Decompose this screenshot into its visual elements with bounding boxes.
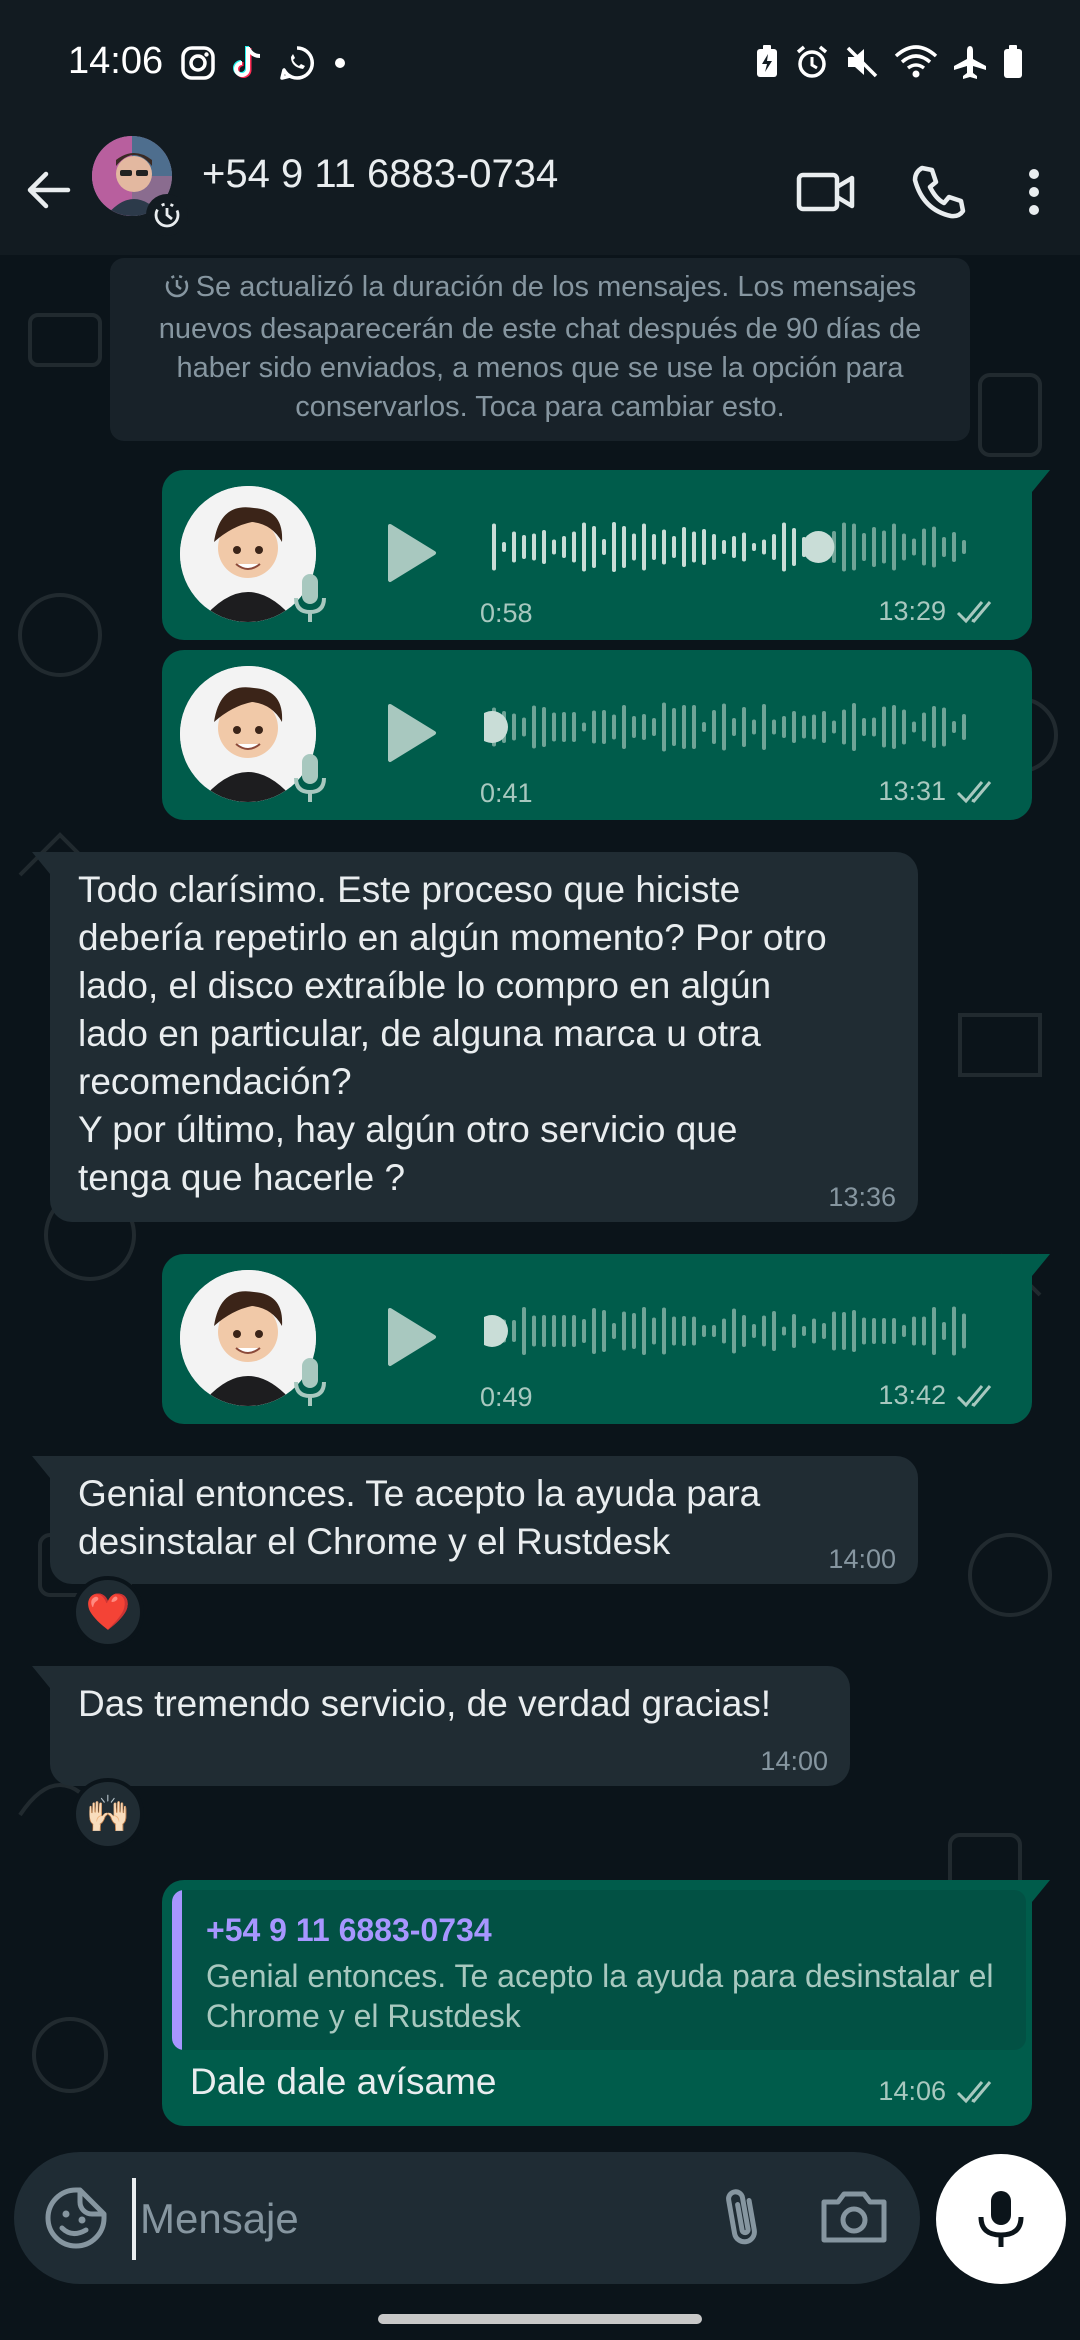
header-actions xyxy=(770,128,1080,255)
voice-record-button[interactable] xyxy=(936,2154,1066,2284)
quoted-message[interactable]: +54 9 11 6883-0734 Genial entonces. Te a… xyxy=(172,1890,1026,2050)
play-icon xyxy=(388,1308,436,1366)
message-text: Todo clarísimo. Este proceso que hiciste… xyxy=(78,869,827,1198)
paperclip-icon xyxy=(726,2189,757,2245)
message-composer xyxy=(14,2152,920,2284)
more-vert-icon xyxy=(1029,168,1039,215)
disappearing-messages-notice[interactable]: Se actualizó la duración de los mensajes… xyxy=(110,258,970,441)
message-text: Genial entonces. Te acepto la ayuda para… xyxy=(78,1473,761,1562)
mic-badge-icon xyxy=(294,574,326,622)
voice-call-button[interactable] xyxy=(882,128,994,255)
play-button[interactable] xyxy=(372,518,442,588)
quote-author: +54 9 11 6883-0734 xyxy=(206,1912,492,1948)
playback-position-knob[interactable] xyxy=(802,531,835,563)
message-time: 13:29 xyxy=(878,596,946,626)
whatsapp-icon xyxy=(280,46,314,80)
battery-saver-icon xyxy=(757,45,777,77)
message-meta: 13:31 xyxy=(878,776,1002,807)
notification-icons xyxy=(180,44,350,82)
disappearing-timer-icon xyxy=(154,202,180,228)
mic-badge-icon xyxy=(294,1358,326,1406)
play-icon xyxy=(388,704,436,762)
reaction-badge[interactable]: 🙌🏻 xyxy=(72,1778,144,1850)
camera-button[interactable] xyxy=(814,2182,894,2254)
waveform[interactable] xyxy=(484,514,984,580)
voice-duration: 0:58 xyxy=(480,598,533,628)
message-time: 13:42 xyxy=(878,1380,946,1410)
incoming-message[interactable]: Das tremendo servicio, de verdad gracias… xyxy=(32,1666,850,1786)
notification-dot-icon xyxy=(335,58,345,68)
message-time: 13:36 xyxy=(828,1182,896,1212)
message-meta: 13:42 xyxy=(878,1380,1002,1411)
video-call-icon xyxy=(796,172,855,211)
incoming-message[interactable]: Genial entonces. Te acepto la ayuda para… xyxy=(32,1456,918,1584)
status-time: 14:06 xyxy=(68,40,164,82)
play-button[interactable] xyxy=(372,1302,442,1372)
message-meta: 13:29 xyxy=(878,596,1002,627)
status-bar: 14:06 xyxy=(0,0,1080,128)
chat-screen: 14:06 +54 9 11 6883-0734 Se actualizó la… xyxy=(0,0,1080,2340)
read-ticks-icon xyxy=(956,780,992,803)
voice-duration: 0:41 xyxy=(480,778,533,808)
mic-icon xyxy=(978,2191,1024,2247)
mic-badge-icon xyxy=(294,754,326,802)
alarm-icon xyxy=(796,45,828,78)
instagram-icon xyxy=(181,46,215,80)
voice-message[interactable]: 0:49 13:42 xyxy=(162,1254,1050,1424)
read-ticks-icon xyxy=(956,600,992,623)
back-arrow-icon xyxy=(27,171,71,209)
waveform[interactable] xyxy=(484,694,984,760)
read-ticks-icon xyxy=(956,2080,992,2103)
message-meta: 14:06 xyxy=(878,2076,1002,2107)
video-call-button[interactable] xyxy=(770,128,882,255)
wifi-icon xyxy=(894,45,938,78)
voice-message[interactable]: 0:41 13:31 xyxy=(162,650,1032,820)
sticker-icon xyxy=(45,2187,107,2249)
sticker-button[interactable] xyxy=(40,2182,112,2254)
notice-timer-icon xyxy=(164,271,190,310)
airplane-icon xyxy=(954,46,986,79)
mute-icon xyxy=(846,46,878,78)
phone-icon xyxy=(912,165,966,218)
play-button[interactable] xyxy=(372,698,442,768)
voice-duration: 0:49 xyxy=(480,1382,533,1412)
message-time: 13:31 xyxy=(878,776,946,806)
message-input[interactable] xyxy=(132,2178,682,2260)
contact-name[interactable]: +54 9 11 6883-0734 xyxy=(202,152,558,197)
message-time: 14:00 xyxy=(760,1746,828,1776)
waveform[interactable] xyxy=(484,1298,984,1364)
message-text: Dale dale avísame xyxy=(190,2061,497,2102)
message-text: Das tremendo servicio, de verdad gracias… xyxy=(78,1683,772,1724)
read-ticks-icon xyxy=(956,1384,992,1407)
chat-header: +54 9 11 6883-0734 xyxy=(0,128,1080,255)
heart-reaction: ❤️ xyxy=(85,1591,131,1632)
play-icon xyxy=(388,524,436,582)
more-options-button[interactable] xyxy=(994,128,1074,255)
reaction-badge[interactable]: ❤️ xyxy=(72,1576,144,1648)
disappearing-timer-badge xyxy=(146,194,188,236)
camera-icon xyxy=(821,2191,887,2243)
quote-accent-bar xyxy=(172,1890,182,2050)
battery-icon xyxy=(1004,45,1022,78)
voice-message[interactable]: 0:58 13:29 xyxy=(162,470,1050,640)
system-status-icons xyxy=(754,44,1024,80)
notice-text: Se actualizó la duración de los mensajes… xyxy=(158,271,922,423)
quote-text: Genial entonces. Te acepto la ayuda para… xyxy=(206,1958,994,2034)
message-time: 14:06 xyxy=(878,2076,946,2106)
incoming-message[interactable]: Todo clarísimo. Este proceso que hiciste… xyxy=(32,852,918,1222)
attach-button[interactable] xyxy=(706,2182,778,2254)
message-time: 14:00 xyxy=(828,1544,896,1574)
back-button[interactable] xyxy=(18,150,78,230)
tiktok-icon xyxy=(233,46,261,78)
reply-message[interactable]: +54 9 11 6883-0734 Genial entonces. Te a… xyxy=(162,1880,1050,2126)
raised-hands-reaction: 🙌🏻 xyxy=(85,1793,131,1834)
home-indicator[interactable] xyxy=(378,2314,702,2324)
